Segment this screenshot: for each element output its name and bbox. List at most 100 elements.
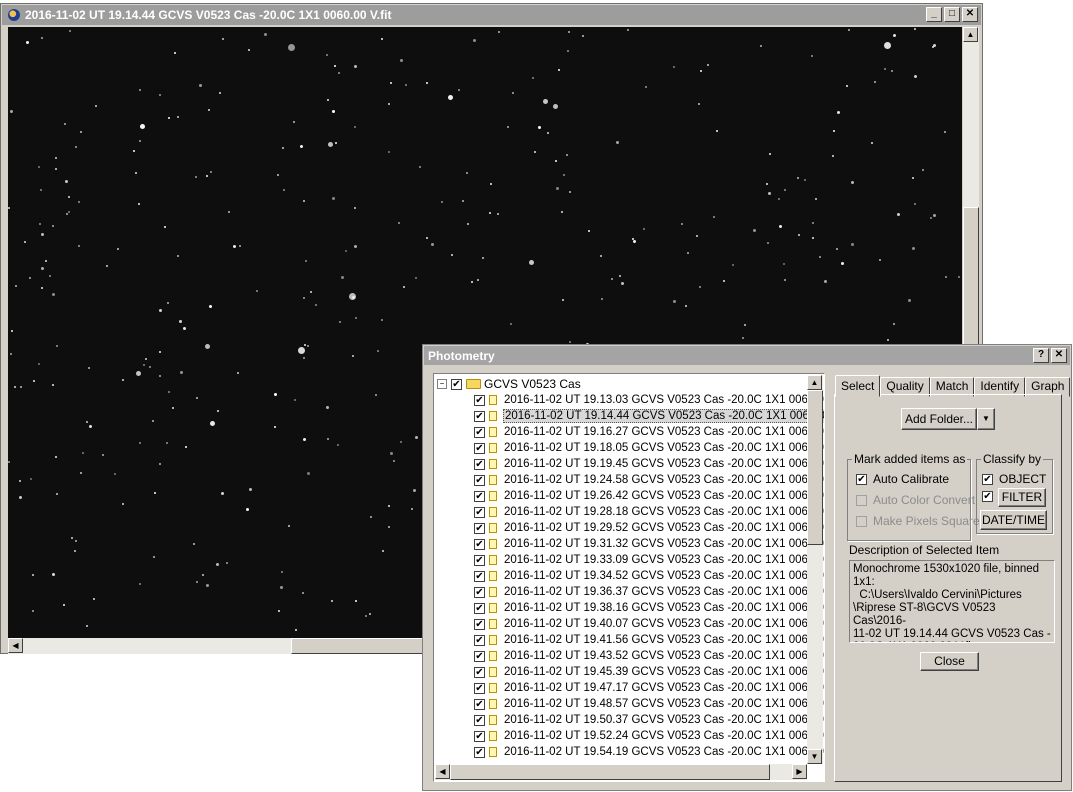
filter-option[interactable]: ✔ — [982, 491, 999, 502]
help-button[interactable]: ? — [1033, 348, 1049, 363]
star — [237, 372, 239, 374]
object-checkbox[interactable]: ✔ — [982, 473, 993, 485]
auto-calibrate-checkbox[interactable]: ✔ — [856, 473, 867, 485]
tree-file-label: 2016-11-02 UT 19.48.57 GCVS V0523 Cas -2… — [504, 698, 825, 710]
tree-file-item[interactable]: ✔ 2016-11-02 UT 19.54.19 GCVS V0523 Cas -… — [474, 744, 824, 760]
tab-select[interactable]: Select — [835, 375, 881, 397]
tree-file-item[interactable]: ✔ 2016-11-02 UT 19.36.37 GCVS V0523 Cas -… — [474, 584, 824, 600]
maximize-button[interactable]: □ — [944, 7, 960, 22]
tree-scroll-right-icon[interactable]: ▶ — [792, 764, 807, 779]
tree-file-label: 2016-11-02 UT 19.14.44 GCVS V0523 Cas -2… — [503, 409, 824, 423]
star — [41, 287, 43, 289]
tree-vscroll-thumb[interactable] — [807, 390, 823, 545]
tree-file-item[interactable]: ✔ 2016-11-02 UT 19.40.07 GCVS V0523 Cas -… — [474, 616, 824, 632]
file-checkbox[interactable]: ✔ — [474, 570, 485, 582]
star — [621, 282, 624, 285]
tree-root-item[interactable]: − ✔ GCVS V0523 Cas — [437, 376, 581, 392]
datetime-button[interactable]: DATE/TIME — [980, 510, 1047, 530]
file-checkbox[interactable]: ✔ — [474, 682, 485, 694]
tree-file-item[interactable]: ✔ 2016-11-02 UT 19.28.18 GCVS V0523 Cas -… — [474, 504, 824, 520]
tree-file-label: 2016-11-02 UT 19.33.09 GCVS V0523 Cas -2… — [504, 554, 825, 566]
file-checkbox[interactable]: ✔ — [474, 602, 485, 614]
add-folder-button[interactable]: Add Folder... — [901, 408, 977, 430]
file-checkbox[interactable]: ✔ — [474, 714, 485, 726]
tree-file-item[interactable]: ✔ 2016-11-02 UT 19.26.42 GCVS V0523 Cas -… — [474, 488, 824, 504]
star — [696, 235, 698, 237]
star — [400, 59, 403, 62]
filter-button[interactable]: FILTER — [998, 488, 1046, 507]
file-checkbox[interactable]: ✔ — [474, 634, 485, 646]
tree-file-item[interactable]: ✔ 2016-11-02 UT 19.45.39 GCVS V0523 Cas -… — [474, 664, 824, 680]
file-tree[interactable]: − ✔ GCVS V0523 Cas ✔ 2016-11-02 UT 19.13.… — [433, 373, 825, 782]
tree-file-item[interactable]: ✔ 2016-11-02 UT 19.38.16 GCVS V0523 Cas -… — [474, 600, 824, 616]
tree-file-item[interactable]: ✔ 2016-11-02 UT 19.16.27 GCVS V0523 Cas -… — [474, 424, 824, 440]
add-folder-dropdown-icon[interactable]: ▼ — [977, 408, 995, 430]
file-checkbox[interactable]: ✔ — [474, 458, 485, 470]
star — [56, 345, 58, 347]
object-option[interactable]: ✔ OBJECT — [982, 472, 1046, 486]
tree-file-item[interactable]: ✔ 2016-11-02 UT 19.14.44 GCVS V0523 Cas -… — [474, 408, 824, 424]
tree-file-item[interactable]: ✔ 2016-11-02 UT 19.47.17 GCVS V0523 Cas -… — [474, 680, 824, 696]
scroll-up-arrow-icon[interactable]: ▲ — [963, 27, 978, 42]
photometry-titlebar[interactable]: Photometry ? ✕ — [424, 346, 1070, 365]
tree-file-item[interactable]: ✔ 2016-11-02 UT 19.48.57 GCVS V0523 Cas -… — [474, 696, 825, 712]
file-checkbox[interactable]: ✔ — [474, 650, 485, 662]
tree-scroll-up-icon[interactable]: ▲ — [807, 375, 822, 390]
tree-file-item[interactable]: ✔ 2016-11-02 UT 19.34.52 GCVS V0523 Cas -… — [474, 568, 824, 584]
star — [195, 176, 197, 178]
file-checkbox[interactable]: ✔ — [474, 410, 485, 422]
tree-file-item[interactable]: ✔ 2016-11-02 UT 19.41.56 GCVS V0523 Cas -… — [474, 632, 824, 648]
star — [82, 452, 84, 454]
file-checkbox[interactable]: ✔ — [474, 426, 485, 438]
star — [563, 174, 565, 176]
tree-file-item[interactable]: ✔ 2016-11-02 UT 19.33.09 GCVS V0523 Cas -… — [474, 552, 825, 568]
tree-file-label: 2016-11-02 UT 19.24.58 GCVS V0523 Cas -2… — [504, 474, 825, 486]
star — [897, 213, 900, 216]
root-checkbox[interactable]: ✔ — [451, 378, 462, 390]
file-checkbox[interactable]: ✔ — [474, 442, 485, 454]
tree-file-item[interactable]: ✔ 2016-11-02 UT 19.31.32 GCVS V0523 Cas -… — [474, 536, 824, 552]
dialog-close-button[interactable]: ✕ — [1051, 348, 1067, 363]
tree-horizontal-scrollbar[interactable]: ◀ ▶ — [435, 764, 807, 780]
file-checkbox[interactable]: ✔ — [474, 506, 485, 518]
star — [601, 298, 603, 300]
file-checkbox[interactable]: ✔ — [474, 474, 485, 486]
file-checkbox[interactable]: ✔ — [474, 538, 485, 550]
file-checkbox[interactable]: ✔ — [474, 730, 485, 742]
tree-scroll-down-icon[interactable]: ▼ — [807, 749, 822, 764]
tree-file-item[interactable]: ✔ 2016-11-02 UT 19.52.24 GCVS V0523 Cas -… — [474, 728, 824, 744]
tree-file-item[interactable]: ✔ 2016-11-02 UT 19.19.45 GCVS V0523 Cas -… — [474, 456, 824, 472]
tree-scroll-left-icon[interactable]: ◀ — [435, 764, 450, 779]
tree-hscroll-thumb[interactable] — [450, 764, 770, 780]
tree-vertical-scrollbar[interactable]: ▲ ▼ — [807, 375, 823, 764]
star — [914, 28, 916, 30]
image-hscroll-thumb[interactable] — [291, 638, 431, 654]
file-checkbox[interactable]: ✔ — [474, 666, 485, 678]
file-checkbox[interactable]: ✔ — [474, 522, 485, 534]
tree-file-item[interactable]: ✔ 2016-11-02 UT 19.18.05 GCVS V0523 Cas -… — [474, 440, 824, 456]
file-checkbox[interactable]: ✔ — [474, 586, 485, 598]
tree-file-item[interactable]: ✔ 2016-11-02 UT 19.29.52 GCVS V0523 Cas -… — [474, 520, 824, 536]
tree-file-item[interactable]: ✔ 2016-11-02 UT 19.43.52 GCVS V0523 Cas -… — [474, 648, 824, 664]
file-checkbox[interactable]: ✔ — [474, 490, 485, 502]
file-checkbox[interactable]: ✔ — [474, 698, 485, 710]
minimize-button[interactable]: _ — [926, 7, 942, 22]
collapse-icon[interactable]: − — [437, 379, 447, 389]
star — [248, 49, 250, 51]
tree-file-item[interactable]: ✔ 2016-11-02 UT 19.13.03 GCVS V0523 Cas -… — [474, 392, 824, 408]
star — [307, 472, 310, 475]
tree-file-item[interactable]: ✔ 2016-11-02 UT 19.50.37 GCVS V0523 Cas -… — [474, 712, 824, 728]
file-checkbox[interactable]: ✔ — [474, 554, 485, 566]
file-checkbox[interactable]: ✔ — [474, 746, 485, 758]
close-dialog-button[interactable]: Close — [920, 652, 979, 671]
tree-file-item[interactable]: ✔ 2016-11-02 UT 19.24.58 GCVS V0523 Cas -… — [474, 472, 825, 488]
auto-calibrate-option[interactable]: ✔ Auto Calibrate — [856, 472, 949, 486]
close-button[interactable]: ✕ — [962, 7, 978, 22]
image-window-titlebar[interactable]: 2016-11-02 UT 19.14.44 GCVS V0523 Cas -2… — [2, 5, 981, 25]
star — [159, 351, 161, 353]
file-checkbox[interactable]: ✔ — [474, 394, 485, 406]
filter-checkbox[interactable]: ✔ — [982, 491, 993, 502]
file-checkbox[interactable]: ✔ — [474, 618, 485, 630]
scroll-left-arrow-icon[interactable]: ◀ — [8, 638, 23, 653]
star — [811, 55, 813, 57]
